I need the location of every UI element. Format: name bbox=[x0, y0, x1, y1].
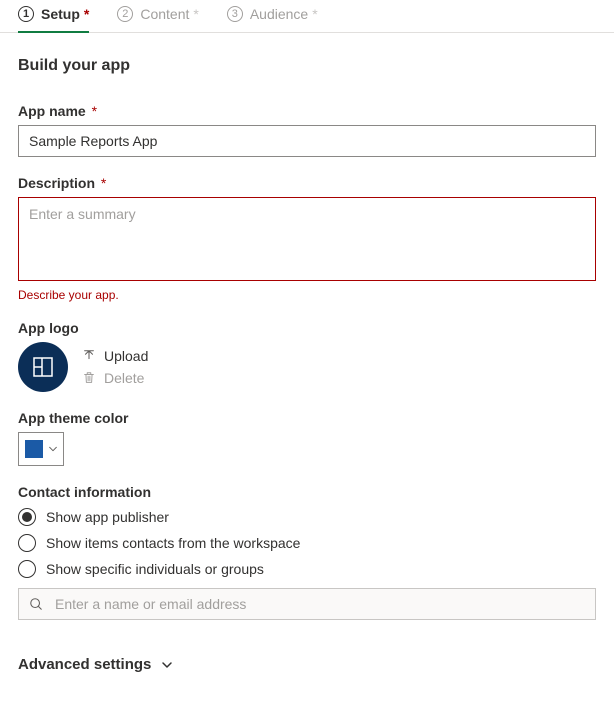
tab-setup[interactable]: 1 Setup* bbox=[18, 0, 89, 32]
app-logo-preview bbox=[18, 342, 68, 392]
radio-icon bbox=[18, 508, 36, 526]
app-name-field: App name * bbox=[18, 103, 596, 157]
radio-icon bbox=[18, 534, 36, 552]
step-number: 1 bbox=[18, 6, 34, 22]
theme-color-field: App theme color bbox=[18, 410, 596, 466]
contact-radio-group: Show app publisher Show items contacts f… bbox=[18, 508, 596, 578]
radio-label: Show items contacts from the workspace bbox=[46, 535, 300, 551]
advanced-settings-toggle[interactable]: Advanced settings bbox=[18, 656, 596, 673]
trash-icon bbox=[82, 371, 96, 385]
tab-label: Audience bbox=[250, 6, 308, 22]
contact-search-box[interactable] bbox=[18, 588, 596, 620]
tab-label: Setup bbox=[41, 6, 80, 22]
app-logo-field: App logo Upload bbox=[18, 320, 596, 392]
step-number: 2 bbox=[117, 6, 133, 22]
description-error: Describe your app. bbox=[18, 288, 596, 302]
required-mark: * bbox=[193, 6, 198, 22]
contact-option-workspace[interactable]: Show items contacts from the workspace bbox=[18, 534, 596, 552]
upload-icon bbox=[82, 349, 96, 363]
contact-search-input[interactable] bbox=[53, 595, 585, 613]
delete-logo-button[interactable]: Delete bbox=[82, 370, 148, 386]
required-mark: * bbox=[101, 175, 106, 191]
app-name-label: App name * bbox=[18, 103, 596, 119]
required-mark: * bbox=[84, 6, 89, 22]
wizard-tabs: 1 Setup* 2 Content* 3 Audience* bbox=[0, 0, 614, 33]
tab-audience[interactable]: 3 Audience* bbox=[227, 0, 318, 32]
description-input[interactable] bbox=[18, 197, 596, 281]
radio-icon bbox=[18, 560, 36, 578]
search-icon bbox=[29, 597, 43, 611]
contact-info-label: Contact information bbox=[18, 484, 596, 500]
radio-label: Show app publisher bbox=[46, 509, 169, 525]
page-title: Build your app bbox=[18, 57, 596, 75]
contact-option-publisher[interactable]: Show app publisher bbox=[18, 508, 596, 526]
description-field: Description * Describe your app. bbox=[18, 175, 596, 302]
required-mark: * bbox=[312, 6, 317, 22]
app-logo-icon bbox=[31, 355, 55, 379]
setup-form: Build your app App name * Description * … bbox=[0, 33, 614, 703]
app-name-input[interactable] bbox=[18, 125, 596, 157]
app-logo-label: App logo bbox=[18, 320, 596, 336]
radio-label: Show specific individuals or groups bbox=[46, 561, 264, 577]
contact-info-field: Contact information Show app publisher S… bbox=[18, 484, 596, 620]
tab-content[interactable]: 2 Content* bbox=[117, 0, 199, 32]
step-number: 3 bbox=[227, 6, 243, 22]
upload-logo-button[interactable]: Upload bbox=[82, 348, 148, 364]
description-label: Description * bbox=[18, 175, 596, 191]
chevron-down-icon bbox=[48, 444, 58, 454]
theme-color-picker[interactable] bbox=[18, 432, 64, 466]
color-swatch bbox=[25, 440, 43, 458]
tab-label: Content bbox=[140, 6, 189, 22]
required-mark: * bbox=[92, 103, 97, 119]
chevron-down-icon bbox=[161, 659, 173, 671]
theme-color-label: App theme color bbox=[18, 410, 596, 426]
contact-option-specific[interactable]: Show specific individuals or groups bbox=[18, 560, 596, 578]
